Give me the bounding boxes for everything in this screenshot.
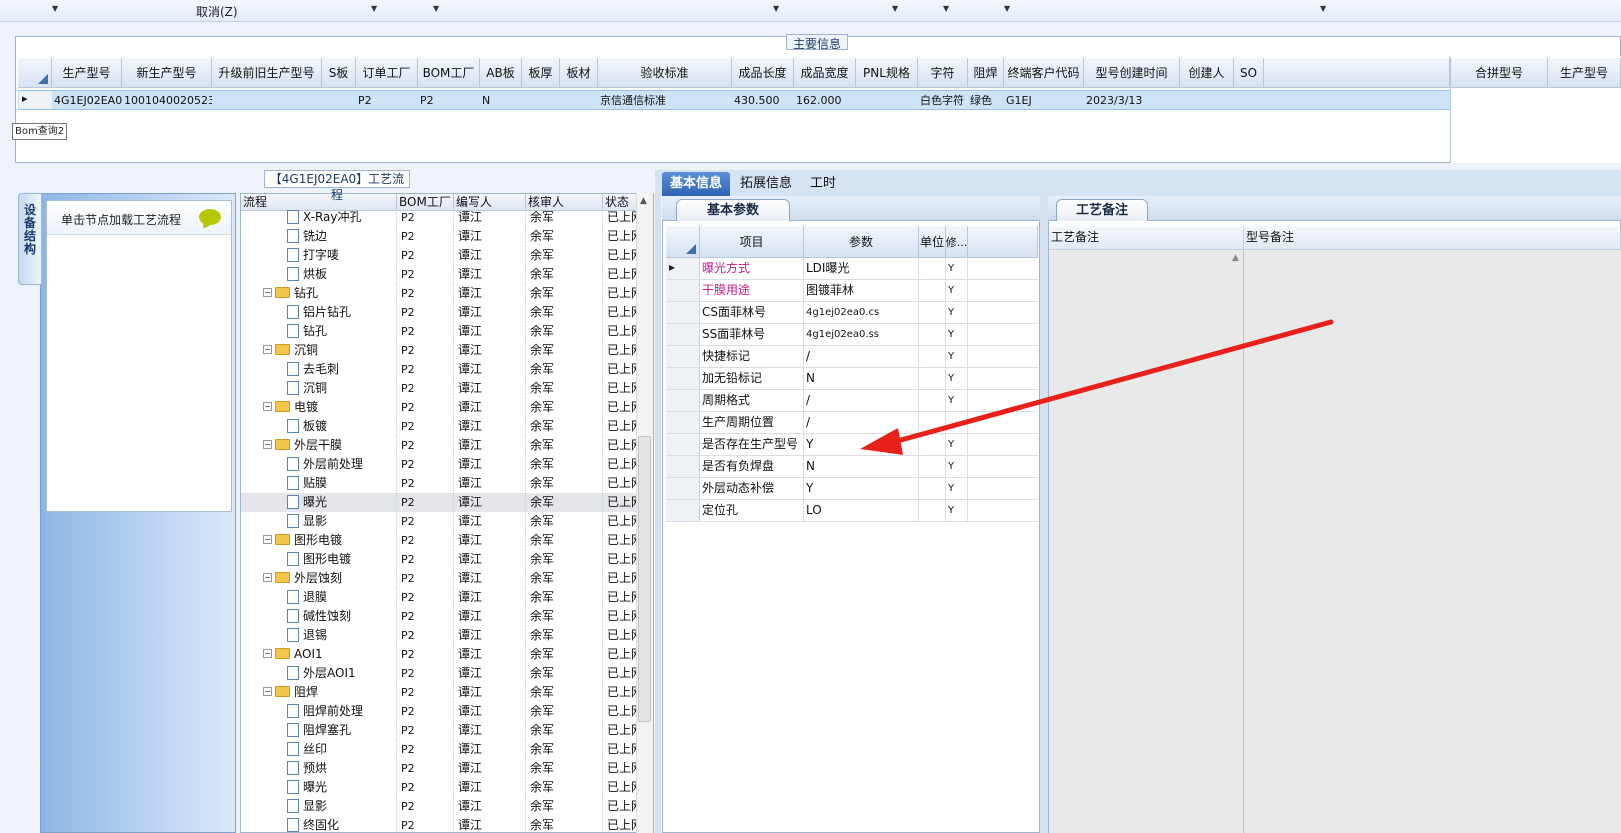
annotation-arrow bbox=[860, 319, 1334, 455]
arrow-head bbox=[860, 428, 903, 455]
arrow-shaft bbox=[887, 319, 1334, 446]
